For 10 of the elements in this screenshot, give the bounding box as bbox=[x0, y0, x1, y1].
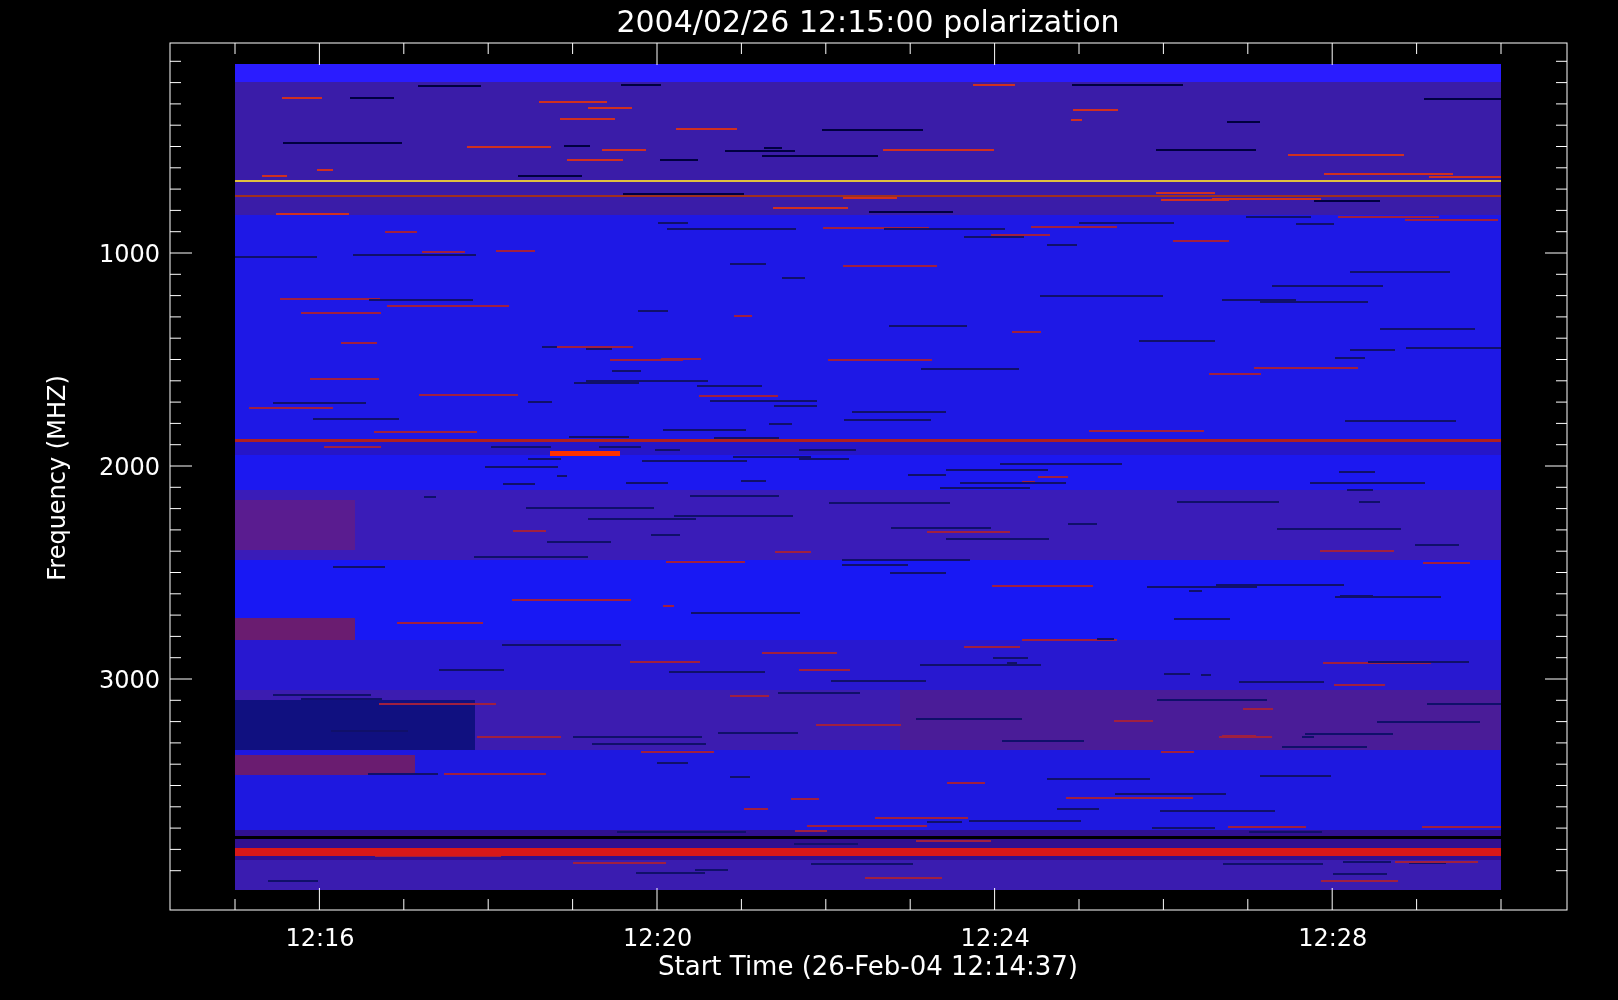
x-axis-title: Start Time (26-Feb-04 12:14:37) bbox=[658, 951, 1078, 981]
y-tick-label: 2000 bbox=[98, 453, 160, 481]
x-tick-label: 12:20 bbox=[623, 924, 693, 952]
y-axis-title: Frequency (MHZ) bbox=[43, 375, 71, 581]
y-tick-label: 1000 bbox=[98, 240, 160, 268]
x-tick-label: 12:24 bbox=[960, 924, 1030, 952]
y-tick-label: 3000 bbox=[98, 666, 160, 694]
x-tick-label: 12:16 bbox=[285, 924, 355, 952]
x-tick-label: 12:28 bbox=[1298, 924, 1368, 952]
plot-title: 2004/02/26 12:15:00 polarization bbox=[616, 4, 1120, 39]
